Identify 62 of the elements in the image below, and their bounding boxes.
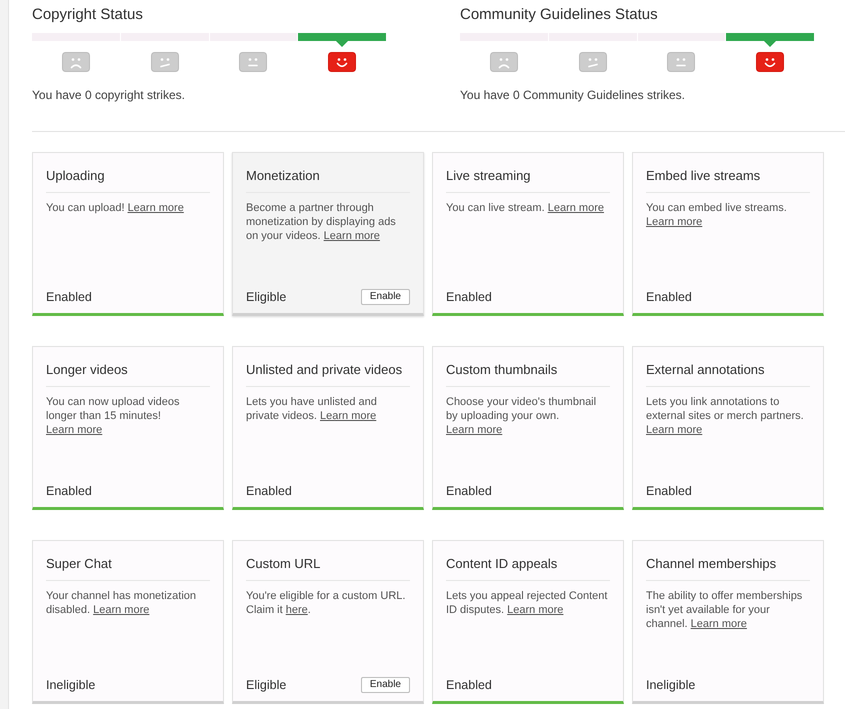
feature-status: Eligible: [246, 289, 286, 305]
feature-description: Lets you have unlisted and private videos. Learn more: [246, 395, 378, 423]
feature-description: Become a partner through monetization by displaying ads on your videos. Learn more: [246, 201, 397, 243]
feature-title: Custom thumbnails: [446, 362, 558, 377]
strike-summary: You have 0 copyright strikes.: [32, 88, 186, 102]
section-title: Community Guidelines Status: [460, 5, 659, 25]
sad-face-icon: [490, 52, 518, 72]
feature-status: Enabled: [446, 483, 492, 499]
text-link[interactable]: Learn more: [320, 410, 376, 422]
strike-summary: You have 0 Community Guidelines strikes.: [460, 88, 686, 102]
feature-title: Content ID appeals: [446, 556, 558, 571]
text-link[interactable]: Learn more: [646, 216, 702, 228]
feature-description: You can now upload videos longer than 15 minutes! Learn more: [46, 395, 181, 437]
feature-title: Monetization: [246, 168, 320, 183]
feature-description: Choose your video's thumbnail by uploading your own. Learn more: [446, 395, 598, 437]
feature-title: Uploading: [46, 168, 105, 183]
neutral-face-icon: [667, 52, 696, 72]
enable-button[interactable]: Enable: [360, 289, 410, 305]
feature-title: Channel memberships: [646, 556, 776, 571]
text-link[interactable]: Learn more: [128, 202, 184, 214]
feature-description: You can upload! Learn more: [46, 201, 185, 215]
feature-status: Enabled: [46, 289, 92, 305]
text-link[interactable]: Learn more: [646, 424, 702, 436]
text-link[interactable]: Learn more: [507, 604, 564, 616]
feature-status: Enabled: [46, 483, 92, 499]
feature-title: Unlisted and private videos: [246, 362, 402, 377]
enable-button[interactable]: Enable: [360, 677, 410, 693]
feature-title: Embed live streams: [646, 168, 760, 183]
uneasy-face-icon: [150, 52, 179, 72]
uneasy-face-icon: [578, 52, 607, 72]
feature-title: Super Chat: [46, 556, 112, 571]
feature-status: Enabled: [646, 289, 692, 305]
text-link[interactable]: Learn more: [46, 424, 102, 436]
smiling-face-icon: [328, 52, 356, 72]
text-link[interactable]: Learn more: [93, 604, 150, 616]
feature-description: Lets you link annotations to external sites or merch partners. Learn more: [646, 395, 805, 437]
feature-description: You can live stream. Learn more: [446, 201, 605, 215]
feature-status: Enabled: [446, 289, 492, 305]
text-link[interactable]: Learn more: [324, 230, 380, 242]
feature-title: Longer videos: [46, 362, 128, 377]
feature-title: Live streaming: [446, 168, 531, 183]
feature-title: External annotations: [646, 362, 765, 377]
feature-status: Enabled: [446, 677, 492, 693]
section-title: Copyright Status: [32, 5, 144, 25]
sad-face-icon: [62, 52, 90, 72]
feature-description: You're eligible for a custom URL. Claim it here.: [246, 589, 406, 617]
text-link[interactable]: Learn more: [446, 424, 502, 436]
text-link[interactable]: Learn more: [690, 618, 747, 630]
smiling-face-icon: [756, 52, 784, 72]
feature-description: Lets you appeal rejected Content ID disputes. Learn more: [446, 589, 608, 617]
feature-title: Custom URL: [246, 556, 320, 571]
feature-status: Ineligible: [46, 677, 96, 693]
neutral-face-icon: [239, 52, 268, 72]
feature-status: Enabled: [246, 483, 292, 499]
feature-description: You can embed live streams. Learn more: [646, 201, 788, 229]
feature-description: The ability to offer memberships isn't yet available for your channel. Learn more: [646, 589, 804, 631]
feature-status: Ineligible: [646, 677, 696, 693]
feature-description: Your channel has monetization disabled. Learn more: [46, 589, 198, 617]
feature-status: Enabled: [646, 483, 692, 499]
feature-status: Eligible: [246, 677, 286, 693]
text-link[interactable]: here: [286, 604, 308, 616]
text-link[interactable]: Learn more: [548, 202, 604, 214]
